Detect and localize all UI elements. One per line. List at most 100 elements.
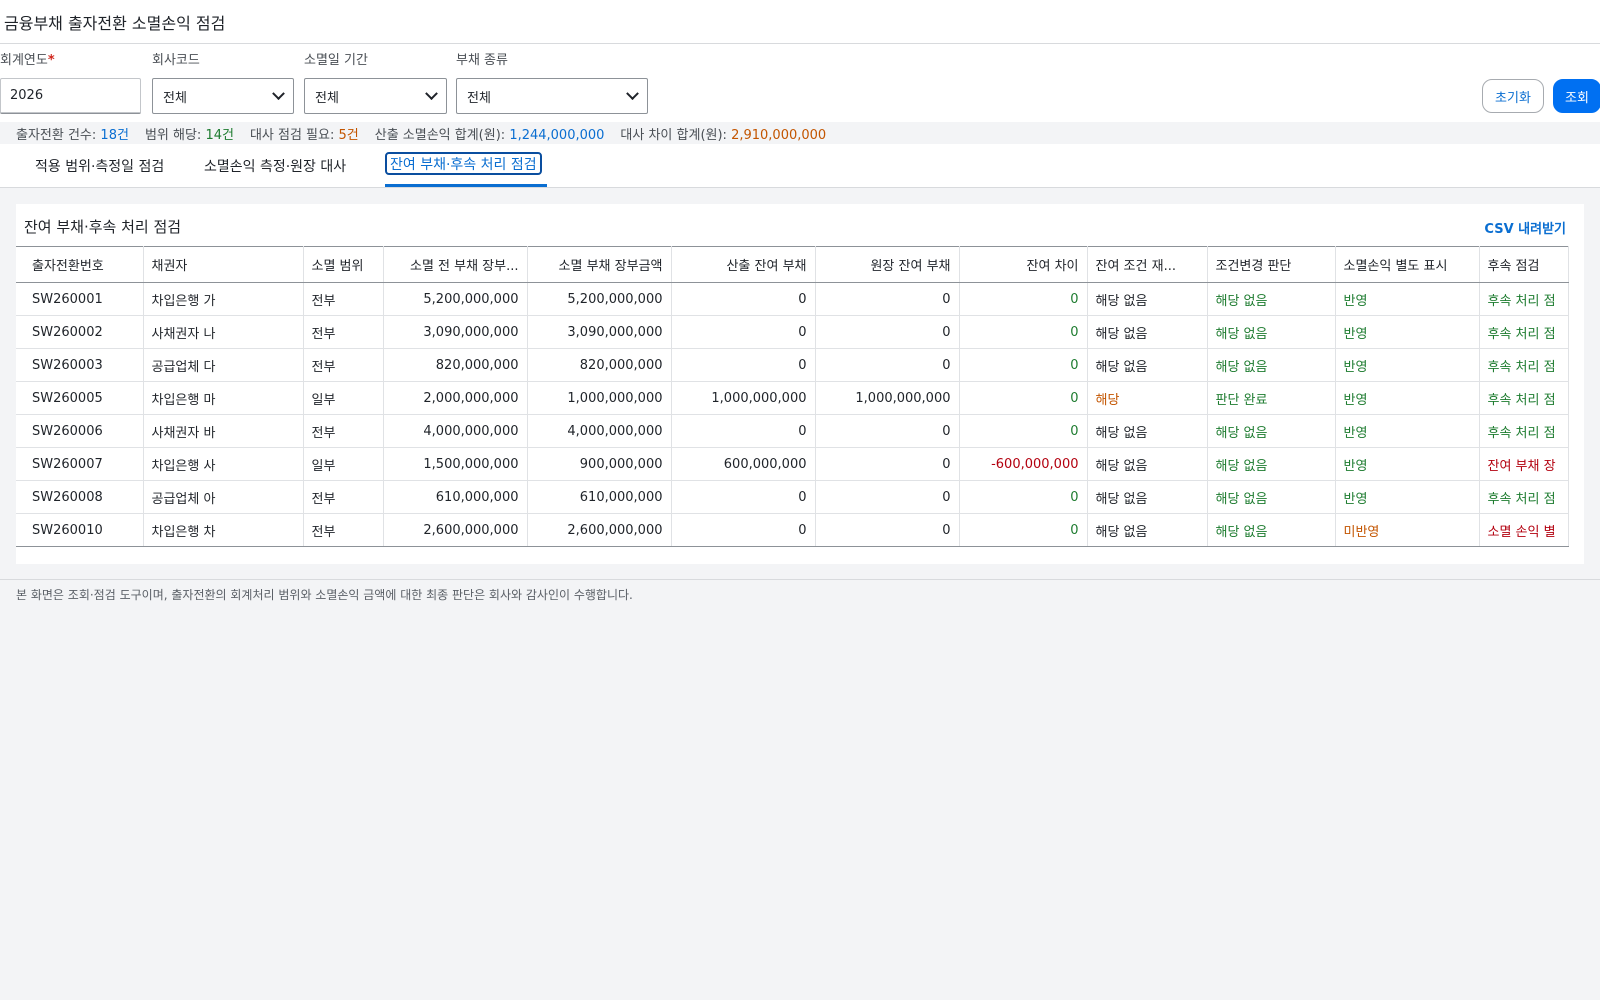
liability-type-select[interactable]: 전체	[456, 78, 648, 114]
extinguish-period-field: 소멸일 기간 전체	[304, 52, 447, 114]
summary-calc-total: 산출 소멸손익 합계(원): 1,244,000,000	[374, 127, 605, 143]
cell-residual-terms: 해당 없음	[1087, 480, 1208, 514]
cell-extinguished-carrying: 1,000,000,000	[527, 381, 672, 415]
cell-creditor: 사채권자 나	[143, 315, 304, 349]
cell-pre-carrying: 5,200,000,000	[383, 282, 528, 316]
col-header-extinguished-carrying[interactable]: 소멸 부채 장부금액	[527, 246, 672, 283]
table-row[interactable]: SW260010 차입은행 차 전부 2,600,000,000 2,600,0…	[16, 513, 1569, 547]
cell-scope: 전부	[303, 480, 384, 514]
cell-residual-terms: 해당 없음	[1087, 315, 1208, 349]
cell-pre-carrying: 1,500,000,000	[383, 447, 528, 481]
cell-modification: 해당 없음	[1207, 513, 1336, 547]
cell-conversion-no: SW260007	[16, 447, 144, 481]
cell-residual-diff: 0	[959, 381, 1088, 415]
cell-creditor: 공급업체 다	[143, 348, 304, 382]
cell-pre-carrying: 3,090,000,000	[383, 315, 528, 349]
cell-followup: 후속 처리 점	[1479, 480, 1569, 514]
cell-separate-display: 미반영	[1335, 513, 1480, 547]
col-header-conversion-no[interactable]: 출자전환번호	[16, 246, 144, 283]
cell-calc-residual: 0	[671, 348, 816, 382]
cell-creditor: 차입은행 마	[143, 381, 304, 415]
cell-pre-carrying: 610,000,000	[383, 480, 528, 514]
cell-residual-terms: 해당 없음	[1087, 348, 1208, 382]
liability-type-field: 부채 종류 전체	[456, 52, 648, 114]
col-header-calc-residual[interactable]: 산출 잔여 부채	[671, 246, 816, 283]
chevron-down-icon	[272, 86, 285, 100]
cell-extinguished-carrying: 900,000,000	[527, 447, 672, 481]
table-row[interactable]: SW260001 차입은행 가 전부 5,200,000,000 5,200,0…	[16, 282, 1569, 316]
fiscal-year-input[interactable]: 2026	[0, 78, 141, 114]
chevron-down-icon	[626, 86, 639, 100]
extinguish-period-select[interactable]: 전체	[304, 78, 447, 114]
cell-pre-carrying: 4,000,000,000	[383, 414, 528, 448]
extinguish-period-value: 전체	[315, 90, 339, 106]
fiscal-year-value: 2026	[10, 88, 44, 103]
cell-conversion-no: SW260005	[16, 381, 144, 415]
cell-ledger-residual: 0	[815, 414, 960, 448]
cell-separate-display: 반영	[1335, 414, 1480, 448]
col-header-residual-terms[interactable]: 잔여 조건 재...	[1087, 246, 1208, 283]
fiscal-year-label: 회계연도	[0, 53, 48, 68]
cell-calc-residual: 0	[671, 282, 816, 316]
table-row[interactable]: SW260008 공급업체 아 전부 610,000,000 610,000,0…	[16, 480, 1569, 514]
col-header-modification[interactable]: 조건변경 판단	[1207, 246, 1336, 283]
cell-separate-display: 반영	[1335, 348, 1480, 382]
disclaimer-footnote: 본 화면은 조회·점검 도구이며, 출자전환의 회계처리 범위와 소멸손익 금액…	[0, 579, 1600, 609]
cell-residual-terms: 해당	[1087, 381, 1208, 415]
cell-separate-display: 반영	[1335, 480, 1480, 514]
cell-followup: 후속 처리 점	[1479, 414, 1569, 448]
col-header-creditor[interactable]: 채권자	[143, 246, 304, 283]
liability-type-value: 전체	[467, 90, 491, 106]
col-header-separate-display[interactable]: 소멸손익 별도 표시	[1335, 246, 1480, 283]
cell-extinguished-carrying: 820,000,000	[527, 348, 672, 382]
tab-bar: 적용 범위·측정일 점검 소멸손익 측정·원장 대사 잔여 부채·후속 처리 점…	[0, 144, 1600, 188]
cell-followup: 소멸 손익 별	[1479, 513, 1569, 547]
table-row[interactable]: SW260005 차입은행 마 일부 2,000,000,000 1,000,0…	[16, 381, 1569, 415]
col-header-followup[interactable]: 후속 점검	[1479, 246, 1569, 283]
cell-residual-diff: 0	[959, 282, 1088, 316]
cell-residual-terms: 해당 없음	[1087, 513, 1208, 547]
cell-modification: 해당 없음	[1207, 447, 1336, 481]
col-header-extinguish-scope[interactable]: 소멸 범위	[303, 246, 384, 283]
cell-creditor: 차입은행 사	[143, 447, 304, 481]
reset-button[interactable]: 초기화	[1482, 79, 1544, 113]
search-button[interactable]: 조회	[1553, 79, 1600, 113]
cell-followup: 후속 처리 점	[1479, 381, 1569, 415]
tab-residual-followup[interactable]: 잔여 부채·후속 처리 점검	[385, 152, 542, 175]
company-code-value: 전체	[163, 90, 187, 106]
residual-panel: 잔여 부채·후속 처리 점검 CSV 내려받기 출자전환번호 채권자 소멸 범위…	[16, 204, 1584, 564]
cell-followup: 잔여 부채 장	[1479, 447, 1569, 481]
cell-separate-display: 반영	[1335, 447, 1480, 481]
cell-ledger-residual: 0	[815, 513, 960, 547]
required-mark: *	[47, 53, 55, 68]
active-tab-indicator	[385, 184, 547, 187]
summary-recon-needed: 대사 점검 필요: 5건	[249, 127, 359, 143]
extinguish-period-label: 소멸일 기간	[304, 53, 368, 68]
table-row[interactable]: SW260007 차입은행 사 일부 1,500,000,000 900,000…	[16, 447, 1569, 481]
cell-followup: 후속 처리 점	[1479, 282, 1569, 316]
cell-ledger-residual: 0	[815, 315, 960, 349]
company-code-select[interactable]: 전체	[152, 78, 294, 114]
cell-scope: 전부	[303, 414, 384, 448]
cell-conversion-no: SW260002	[16, 315, 144, 349]
cell-residual-terms: 해당 없음	[1087, 414, 1208, 448]
tab-measure-recon[interactable]: 소멸손익 측정·원장 대사	[200, 154, 350, 177]
table-row[interactable]: SW260003 공급업체 다 전부 820,000,000 820,000,0…	[16, 348, 1569, 382]
cell-followup: 후속 처리 점	[1479, 315, 1569, 349]
cell-scope: 전부	[303, 348, 384, 382]
table-row[interactable]: SW260002 사채권자 나 전부 3,090,000,000 3,090,0…	[16, 315, 1569, 349]
table-row[interactable]: SW260006 사채권자 바 전부 4,000,000,000 4,000,0…	[16, 414, 1569, 448]
col-header-ledger-residual[interactable]: 원장 잔여 부채	[815, 246, 960, 283]
cell-residual-diff: 0	[959, 315, 1088, 349]
col-header-pre-carrying[interactable]: 소멸 전 부채 장부...	[383, 246, 528, 283]
cell-extinguished-carrying: 2,600,000,000	[527, 513, 672, 547]
cell-modification: 해당 없음	[1207, 315, 1336, 349]
col-header-residual-diff[interactable]: 잔여 차이	[959, 246, 1088, 283]
csv-download-link[interactable]: CSV 내려받기	[1484, 218, 1566, 237]
cell-creditor: 사채권자 바	[143, 414, 304, 448]
fiscal-year-field: 회계연도* 2026	[0, 52, 141, 114]
cell-residual-diff: 0	[959, 513, 1088, 547]
cell-ledger-residual: 0	[815, 447, 960, 481]
tab-scope-check[interactable]: 적용 범위·측정일 점검	[31, 154, 168, 177]
cell-residual-diff: -600,000,000	[959, 447, 1088, 481]
